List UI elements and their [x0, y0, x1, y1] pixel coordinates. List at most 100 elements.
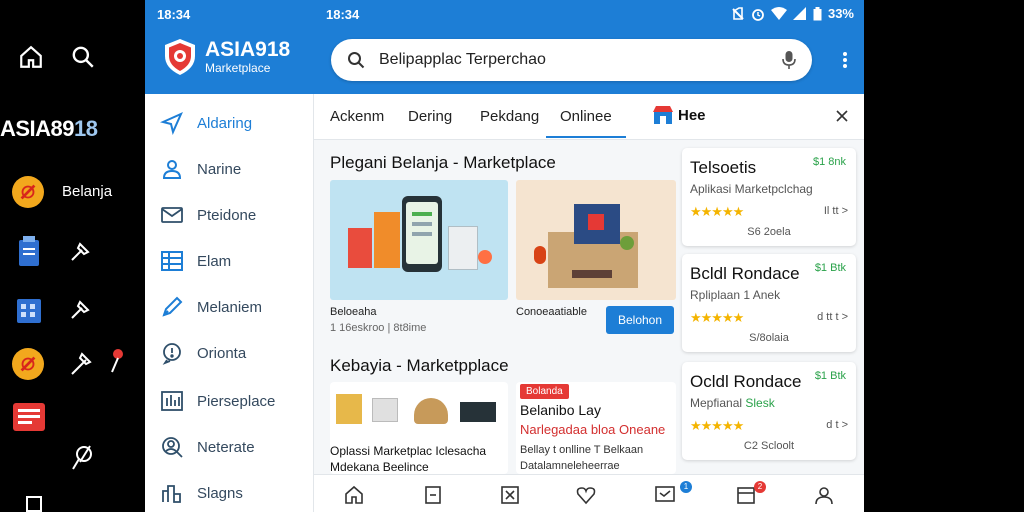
main-content: Plegani Belanja - Marketplace Beloeaha 1…: [314, 140, 864, 512]
belanja-label: Belanja: [62, 183, 113, 200]
mail-icon: [159, 202, 185, 228]
tab-onlinee[interactable]: Onlinee: [546, 108, 626, 138]
status-bar: 18:34 18:34 33%: [145, 0, 864, 28]
brand-name: ASIA918: [205, 38, 291, 61]
belanja-circle-icon[interactable]: [12, 176, 44, 208]
messages-badge: 1: [680, 481, 692, 493]
sidebar: Aldaring Narine Pteidone Elam Melaniem O…: [145, 94, 314, 512]
sidebar-item-slagns[interactable]: Slagns: [159, 480, 243, 506]
bookmark-nav-icon[interactable]: [424, 485, 442, 505]
promo-line-1: Bellay t onlline T Belkaan: [520, 444, 644, 456]
section-title-1: Plegani Belanja - Marketplace: [330, 153, 556, 172]
tab-dering[interactable]: Dering: [408, 108, 452, 125]
search-bar[interactable]: Belipapplac Terperchao: [331, 39, 812, 81]
search-input[interactable]: Belipapplac Terperchao: [379, 51, 782, 69]
store-price: $1 Btk: [814, 262, 846, 274]
categories-nav-icon[interactable]: [500, 485, 520, 505]
category-card-1[interactable]: Oplassi Marketplac Iclesacha Mdekana Bee…: [330, 382, 508, 474]
store-title: Ocldl Rondace: [690, 372, 802, 391]
section-title-2: Kebayia - Marketpplace: [330, 356, 509, 375]
brand-subtitle: Marketplace: [205, 61, 271, 75]
search-icon[interactable]: [70, 44, 96, 70]
store-footer: C2 Scloolt: [743, 440, 795, 452]
link-tool-icon[interactable]: [70, 442, 96, 472]
mic-icon[interactable]: [782, 50, 796, 70]
status-icons: 33%: [731, 6, 854, 21]
rating-stars: ★★★★★: [690, 418, 744, 433]
product-card-1[interactable]: Beloeaha 1 16eskroo | 8t8ime: [330, 180, 508, 340]
product-meta: 1 16eskroo | 8t8ime: [330, 322, 427, 334]
store-footer: S/8olaia: [749, 332, 789, 344]
hammer-icon[interactable]: [68, 240, 92, 264]
buy-button[interactable]: Belohon: [606, 306, 674, 334]
receipt-icon[interactable]: [12, 402, 46, 432]
signal-icon: [792, 6, 806, 20]
right-store-card-3[interactable]: Ocldl Rondace $1 Btk Mepfianal Slesk ★★★…: [682, 362, 856, 460]
pen-icon: [159, 294, 185, 320]
document-icon[interactable]: [16, 236, 42, 268]
promo-line-2: Datalamneleheerrae: [520, 460, 620, 472]
calendar-grid-icon[interactable]: [16, 296, 42, 324]
bars-icon: [159, 388, 185, 414]
status-time: 18:34: [326, 7, 360, 22]
orders-nav-icon[interactable]: [736, 485, 756, 505]
left-side-panel: ASIA8918 Belanja: [0, 0, 145, 512]
profile-nav-icon[interactable]: [814, 485, 834, 505]
user-icon: [159, 156, 185, 182]
promo-title: Belanibo Lay: [520, 402, 601, 418]
sidebar-item-melaniem[interactable]: Melaniem: [159, 294, 262, 320]
close-icon[interactable]: [836, 110, 848, 122]
more-options-icon[interactable]: [842, 51, 848, 69]
home-icon[interactable]: [18, 44, 44, 70]
store-title: Telsoetis: [690, 158, 757, 177]
category-card-2[interactable]: Bolanda Belanibo Lay Narlegadaa bloa One…: [516, 382, 676, 474]
sidebar-item-label: Orionta: [197, 344, 247, 362]
sidebar-item-label: Melaniem: [197, 298, 263, 316]
brand-logo[interactable]: ASIA918 Marketplace: [163, 38, 290, 76]
favorites-nav-icon[interactable]: [576, 485, 596, 505]
store-footer: S6 2oela: [747, 226, 791, 238]
brand-logo-icon: [165, 39, 195, 75]
home-nav-icon[interactable]: [344, 485, 364, 505]
rating-stars: ★★★★★: [690, 310, 744, 325]
tab-ackenm[interactable]: Ackenm: [330, 108, 384, 125]
battery-percent: 33%: [827, 6, 854, 21]
app-bar: ASIA918 Marketplace Belipapplac Terperch…: [145, 28, 864, 94]
category-image: [336, 386, 502, 430]
promo-circle-icon[interactable]: [12, 348, 44, 380]
right-store-card-1[interactable]: Telsoetis $1 8nk Aplikasi Marketpclchag …: [682, 148, 856, 246]
store-subtitle-highlight: Slesk: [745, 396, 775, 410]
sidebar-item-label: Aldaring: [197, 114, 253, 132]
sidebar-item-orionta[interactable]: Orionta: [159, 340, 246, 366]
store-title: Bcldl Rondace: [690, 264, 800, 283]
tab-store[interactable]: Hee: [652, 104, 706, 126]
sidebar-item-pteidone[interactable]: Pteidone: [159, 202, 256, 228]
tab-bar: Ackenm Dering Pekdang Onlinee Hee: [314, 94, 864, 140]
product-name: Conoeaatiable: [516, 306, 587, 318]
side-logo: ASIA8918: [0, 116, 98, 141]
store-price: $1 Btk: [814, 370, 846, 382]
messages-nav-icon[interactable]: [654, 485, 676, 505]
store-subtitle: Aplikasi Marketpclchag: [690, 182, 813, 196]
hammer-icon-2[interactable]: [68, 298, 92, 322]
search-user-icon: [159, 434, 185, 460]
square-icon[interactable]: [26, 496, 42, 512]
chat-icon: [159, 340, 185, 366]
product-card-2[interactable]: Conoeaatiable Belohon: [516, 180, 676, 340]
sidebar-item-elam[interactable]: Elam: [159, 248, 231, 274]
rating-stars: ★★★★★: [690, 204, 744, 219]
store-icon: [653, 106, 673, 124]
right-store-card-2[interactable]: Bcldl Rondace $1 Btk Rpliplaan 1 Anek ★★…: [682, 254, 856, 352]
promo-badge: Bolanda: [520, 384, 569, 399]
sidebar-item-neterate[interactable]: Neterate: [159, 434, 255, 460]
status-time-left: 18:34: [157, 7, 191, 22]
product-image-phone: [330, 180, 508, 300]
store-extra: Il tt >: [823, 205, 848, 217]
tab-pekdang[interactable]: Pekdang: [480, 108, 539, 125]
store-extra: d tt t >: [817, 311, 848, 323]
sidebar-item-narine[interactable]: Narine: [159, 156, 241, 182]
sidebar-item-pierseplace[interactable]: Pierseplace: [159, 388, 275, 414]
sidebar-item-aldaring[interactable]: Aldaring: [159, 110, 252, 136]
store-subtitle: Mepfianal Slesk: [690, 396, 775, 410]
pin-tool-icon[interactable]: [68, 348, 130, 378]
